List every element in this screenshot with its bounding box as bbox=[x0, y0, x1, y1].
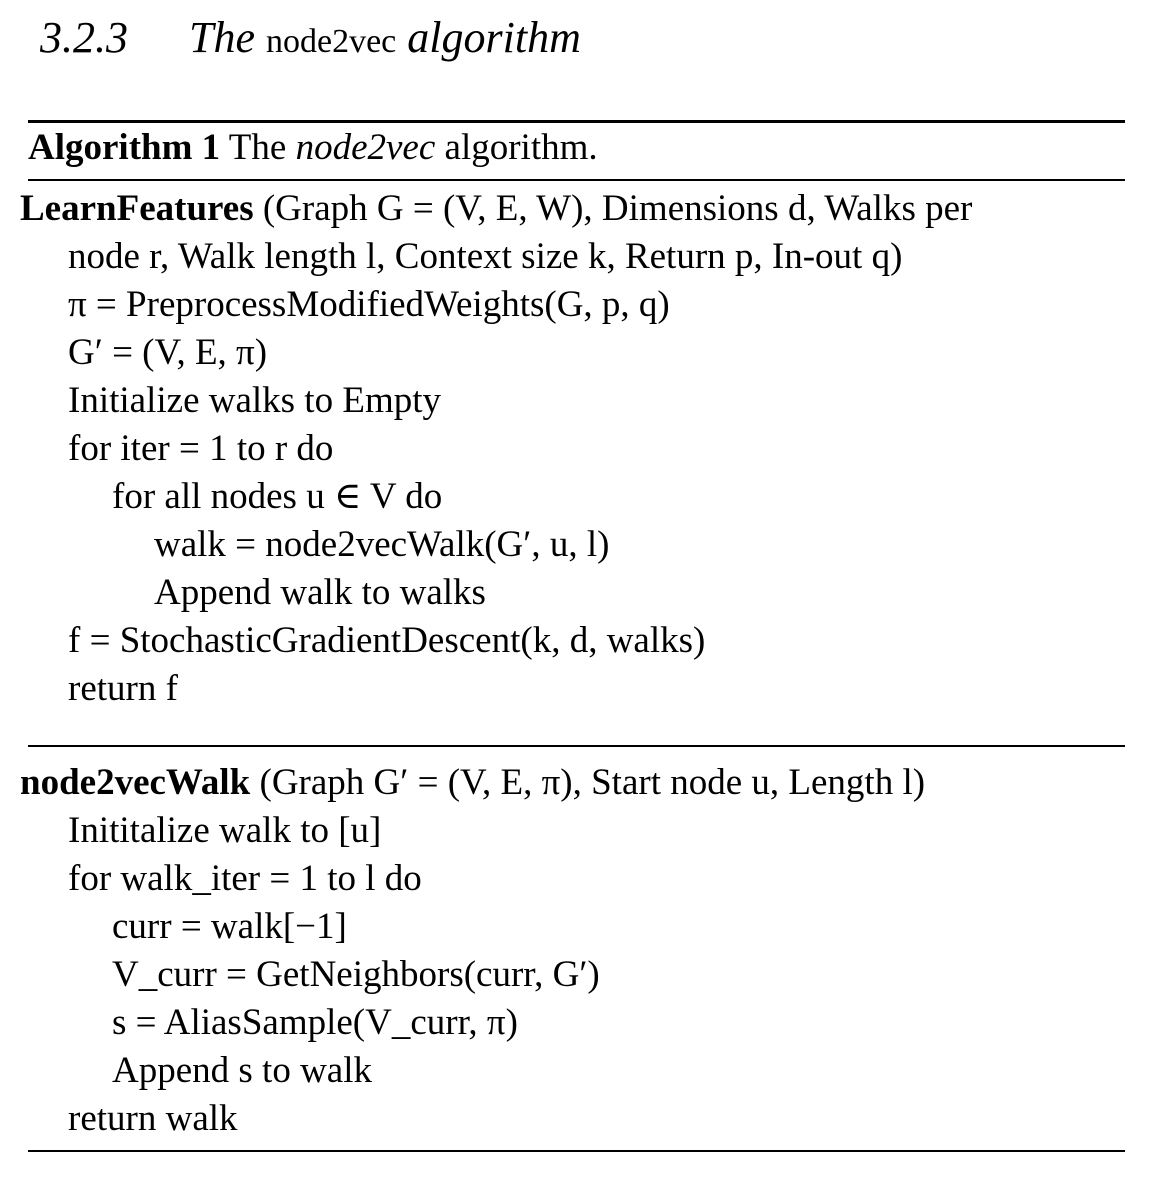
algorithm-label: Algorithm 1 bbox=[28, 127, 221, 168]
pseudocode-line: s = AliasSample(V_curr, π) bbox=[112, 1002, 518, 1043]
section-title-post: algorithm bbox=[407, 13, 581, 62]
walk-sig: (Graph G′ = (V, E, π), Start node u, Len… bbox=[259, 762, 926, 803]
pseudocode-line: return f bbox=[68, 668, 178, 709]
walk-proc-name: node2vecWalk bbox=[20, 762, 251, 803]
pseudocode-line: Inititalize walk to [u] bbox=[68, 810, 382, 851]
middle-rule bbox=[28, 745, 1125, 747]
caption-rule bbox=[28, 179, 1125, 181]
learn-signature-line1: LearnFeatures (Graph G = (V, E, W), Dime… bbox=[20, 185, 972, 233]
top-rule bbox=[28, 120, 1125, 123]
pseudocode-line: π = PreprocessModifiedWeights(G, p, q) bbox=[68, 284, 670, 325]
pseudocode-line: Append walk to walks bbox=[154, 572, 486, 613]
pseudocode-line: f = StochasticGradientDescent(k, d, walk… bbox=[68, 620, 706, 661]
pseudocode-line: V_curr = GetNeighbors(curr, G′) bbox=[112, 954, 600, 995]
section-title-upright: node2vec bbox=[266, 23, 397, 60]
caption-post: algorithm. bbox=[444, 127, 598, 168]
pseudocode-line: return walk bbox=[68, 1098, 238, 1139]
learn-sig-line2: node r, Walk length l, Context size k, R… bbox=[68, 236, 903, 277]
caption-pre: The bbox=[228, 127, 287, 168]
section-heading: 3.2.3 The node2vec algorithm bbox=[40, 12, 581, 63]
section-number: 3.2.3 bbox=[40, 13, 128, 62]
learn-sig-line1: (Graph G = (V, E, W), Dimensions d, Walk… bbox=[262, 188, 973, 229]
algorithm-caption: Algorithm 1 The node2vec algorithm. bbox=[28, 126, 598, 169]
pseudocode-line: Append s to walk bbox=[112, 1050, 372, 1091]
bottom-rule bbox=[28, 1150, 1125, 1152]
caption-italic: node2vec bbox=[295, 127, 436, 168]
pseudocode-line: curr = walk[−1] bbox=[112, 906, 347, 947]
pseudocode-line: Initialize walks to Empty bbox=[68, 380, 441, 421]
pseudocode-line: for all nodes u ∈ V do bbox=[112, 476, 443, 517]
pseudocode-line: for iter = 1 to r do bbox=[68, 428, 334, 469]
walk-signature: node2vecWalk (Graph G′ = (V, E, π), Star… bbox=[20, 759, 925, 807]
pseudocode-line: walk = node2vecWalk(G′, u, l) bbox=[154, 524, 610, 565]
pseudocode-line: for walk_iter = 1 to l do bbox=[68, 858, 422, 899]
learn-proc-name: LearnFeatures bbox=[20, 188, 254, 229]
section-title-pre: The bbox=[189, 13, 255, 62]
pseudocode-line: G′ = (V, E, π) bbox=[68, 332, 268, 373]
